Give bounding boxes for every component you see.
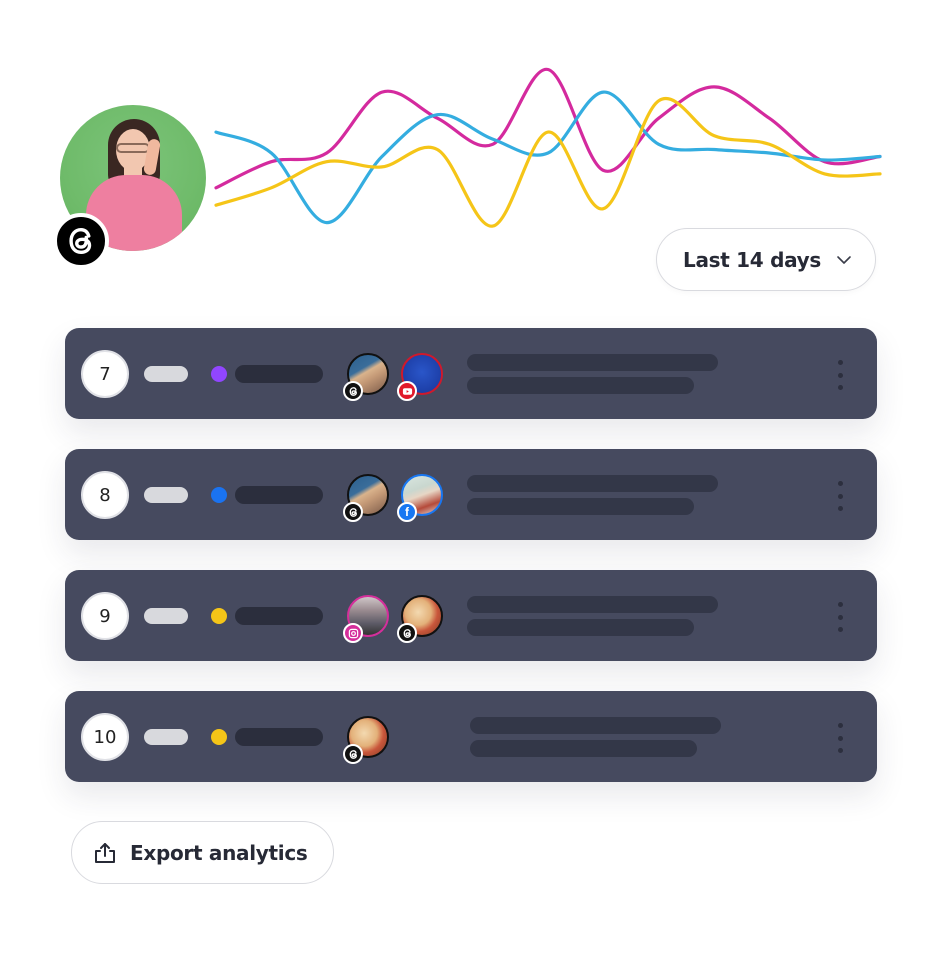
placeholder-line bbox=[467, 498, 694, 515]
export-analytics-label: Export analytics bbox=[130, 840, 308, 865]
placeholder-line bbox=[470, 717, 721, 734]
list-item[interactable]: 10 bbox=[65, 691, 877, 782]
more-options-icon[interactable] bbox=[835, 602, 845, 632]
placeholder-line bbox=[467, 377, 694, 394]
instagram-icon bbox=[343, 623, 363, 643]
status-dot bbox=[211, 366, 227, 382]
more-options-icon[interactable] bbox=[835, 723, 845, 753]
placeholder-line bbox=[470, 740, 697, 757]
chevron-down-icon bbox=[837, 256, 851, 264]
placeholder-title bbox=[235, 728, 323, 746]
threads-icon bbox=[343, 744, 363, 764]
threads-icon bbox=[343, 381, 363, 401]
list-item[interactable]: 8 f bbox=[65, 449, 877, 540]
placeholder-line bbox=[467, 354, 718, 371]
threads-icon bbox=[343, 502, 363, 522]
list-item[interactable]: 9 bbox=[65, 570, 877, 661]
export-analytics-button[interactable]: Export analytics bbox=[71, 821, 334, 884]
placeholder-line bbox=[467, 596, 718, 613]
status-dot bbox=[211, 729, 227, 745]
more-options-icon[interactable] bbox=[835, 481, 845, 511]
placeholder-pill bbox=[144, 366, 188, 382]
list-item[interactable]: 7 bbox=[65, 328, 877, 419]
facebook-icon: f bbox=[397, 502, 417, 522]
series-line-yellow bbox=[214, 97, 882, 228]
rank-badge: 10 bbox=[81, 713, 129, 761]
placeholder-title bbox=[235, 486, 323, 504]
placeholder-line bbox=[467, 475, 718, 492]
threads-icon bbox=[397, 623, 417, 643]
status-dot bbox=[211, 608, 227, 624]
youtube-icon bbox=[397, 381, 417, 401]
status-dot bbox=[211, 487, 227, 503]
placeholder-line bbox=[467, 619, 694, 636]
date-range-label: Last 14 days bbox=[683, 247, 822, 272]
placeholder-title bbox=[235, 365, 323, 383]
rank-badge: 8 bbox=[81, 471, 129, 519]
threads-icon bbox=[53, 213, 109, 269]
more-options-icon[interactable] bbox=[835, 360, 845, 390]
date-range-dropdown[interactable]: Last 14 days bbox=[656, 228, 876, 291]
placeholder-pill bbox=[144, 608, 188, 624]
placeholder-pill bbox=[144, 487, 188, 503]
rank-badge: 9 bbox=[81, 592, 129, 640]
series-line-magenta bbox=[214, 67, 882, 190]
rank-badge: 7 bbox=[81, 350, 129, 398]
upload-icon bbox=[95, 842, 115, 863]
placeholder-pill bbox=[144, 729, 188, 745]
placeholder-title bbox=[235, 607, 323, 625]
